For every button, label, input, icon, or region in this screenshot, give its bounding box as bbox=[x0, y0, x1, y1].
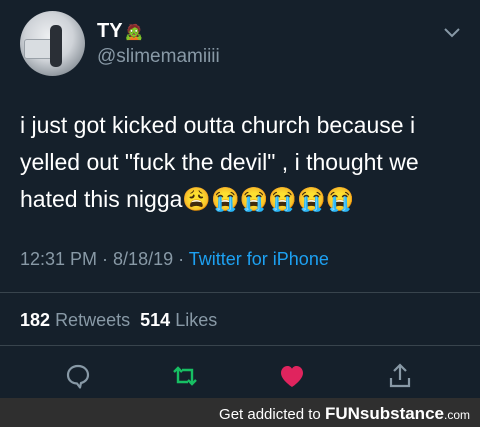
share-icon[interactable] bbox=[384, 360, 416, 392]
likes-stat[interactable]: 514 Likes bbox=[140, 310, 217, 330]
likes-label: Likes bbox=[175, 310, 218, 330]
tweet-source-link[interactable]: Twitter for iPhone bbox=[189, 249, 329, 269]
zombie-emoji: 🧟 bbox=[124, 24, 144, 41]
banner-prefix: Get addicted to bbox=[219, 406, 325, 423]
tweet-actions bbox=[0, 360, 480, 392]
profile-avatar[interactable] bbox=[20, 11, 85, 76]
banner-text[interactable]: Get addicted to FUNsubstance.com bbox=[219, 404, 470, 424]
funsubstance-banner: Get addicted to FUNsubstance.com bbox=[0, 398, 480, 427]
retweets-stat[interactable]: 182 Retweets bbox=[20, 310, 130, 330]
display-name[interactable]: TY 🧟 bbox=[97, 20, 143, 43]
heart-icon[interactable] bbox=[276, 360, 308, 392]
brand-substance: substance bbox=[359, 404, 444, 423]
tweet-text: i just got kicked outta church because i… bbox=[20, 112, 419, 212]
tweet-timestamp: 12:31 PM · 8/18/19 · bbox=[20, 249, 189, 269]
likes-count: 514 bbox=[140, 310, 171, 330]
divider bbox=[0, 292, 480, 293]
tweet-meta: 12:31 PM · 8/18/19 · Twitter for iPhone bbox=[20, 249, 329, 270]
brand-fun: FUN bbox=[324, 404, 360, 423]
retweet-icon[interactable] bbox=[169, 360, 201, 392]
reply-icon[interactable] bbox=[62, 360, 94, 392]
user-handle[interactable]: @slimemamiiii bbox=[97, 46, 220, 68]
divider bbox=[0, 345, 480, 346]
retweets-label: Retweets bbox=[55, 310, 131, 330]
brand-domain: .com bbox=[443, 408, 470, 422]
chevron-down-icon[interactable] bbox=[442, 26, 462, 40]
tweet-stats: 182 Retweets 514 Likes bbox=[20, 310, 217, 331]
avatar-person bbox=[50, 25, 62, 67]
retweets-count: 182 bbox=[20, 310, 51, 330]
